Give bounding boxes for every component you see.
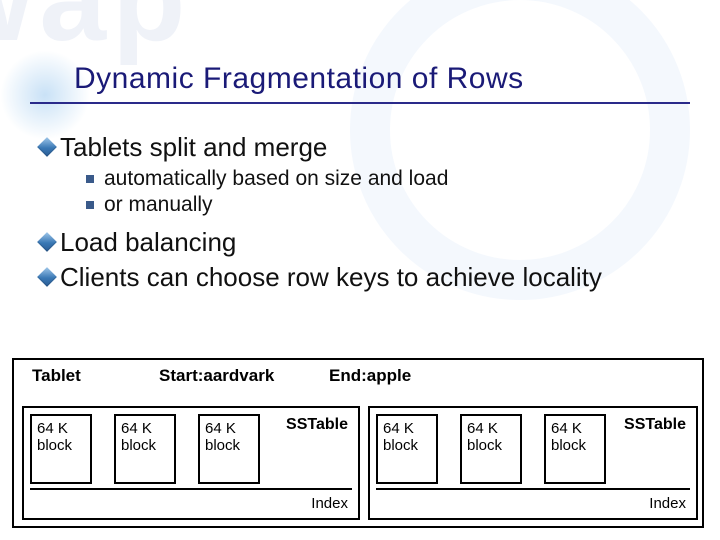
sub-bullet-item: or manually: [86, 193, 690, 217]
background-watermark-text: wap: [0, 0, 191, 68]
index-divider: [376, 488, 690, 490]
tablet-diagram: Tablet Start:aardvark End:apple SSTable …: [12, 358, 708, 528]
block-box: 64 Kblock: [544, 414, 606, 484]
sstable-label: SSTable: [286, 416, 348, 434]
block-box: 64 Kblock: [30, 414, 92, 484]
bullet-item: Tablets split and merge: [40, 132, 690, 163]
diamond-bullet-icon: [37, 137, 57, 157]
bullet-item: Load balancing: [40, 227, 690, 258]
square-bullet-icon: [86, 201, 94, 209]
block-box: 64 Kblock: [460, 414, 522, 484]
index-divider: [30, 488, 352, 490]
sub-bullet-text: or manually: [104, 193, 213, 217]
sub-bullet-text: automatically based on size and load: [104, 167, 448, 191]
index-label: Index: [649, 495, 686, 512]
bullet-item: Clients can choose row keys to achieve l…: [40, 262, 690, 293]
sstable-box: SSTable 64 Kblock 64 Kblock 64 Kblock In…: [22, 406, 360, 520]
tablet-box: Tablet Start:aardvark End:apple SSTable …: [12, 358, 704, 528]
block-box: 64 Kblock: [376, 414, 438, 484]
slide-title: Dynamic Fragmentation of Rows: [74, 62, 524, 95]
sstable-box: SSTable 64 Kblock 64 Kblock 64 Kblock In…: [368, 406, 698, 520]
tablet-end-label: End:apple: [329, 366, 411, 386]
bullet-text: Load balancing: [60, 227, 236, 258]
block-box: 64 Kblock: [198, 414, 260, 484]
slide-body: Tablets split and merge automatically ba…: [40, 128, 690, 295]
block-box: 64 Kblock: [114, 414, 176, 484]
bullet-text: Clients can choose row keys to achieve l…: [60, 262, 602, 293]
sub-bullet-list: automatically based on size and load or …: [86, 167, 690, 217]
tablet-label: Tablet: [32, 366, 81, 386]
square-bullet-icon: [86, 175, 94, 183]
sub-bullet-item: automatically based on size and load: [86, 167, 690, 191]
tablet-start-label: Start:aardvark: [159, 366, 274, 386]
diamond-bullet-icon: [37, 232, 57, 252]
bullet-text: Tablets split and merge: [60, 132, 327, 163]
index-label: Index: [311, 495, 348, 512]
sstable-label: SSTable: [624, 416, 686, 434]
diamond-bullet-icon: [37, 267, 57, 287]
title-underline: [30, 102, 690, 104]
